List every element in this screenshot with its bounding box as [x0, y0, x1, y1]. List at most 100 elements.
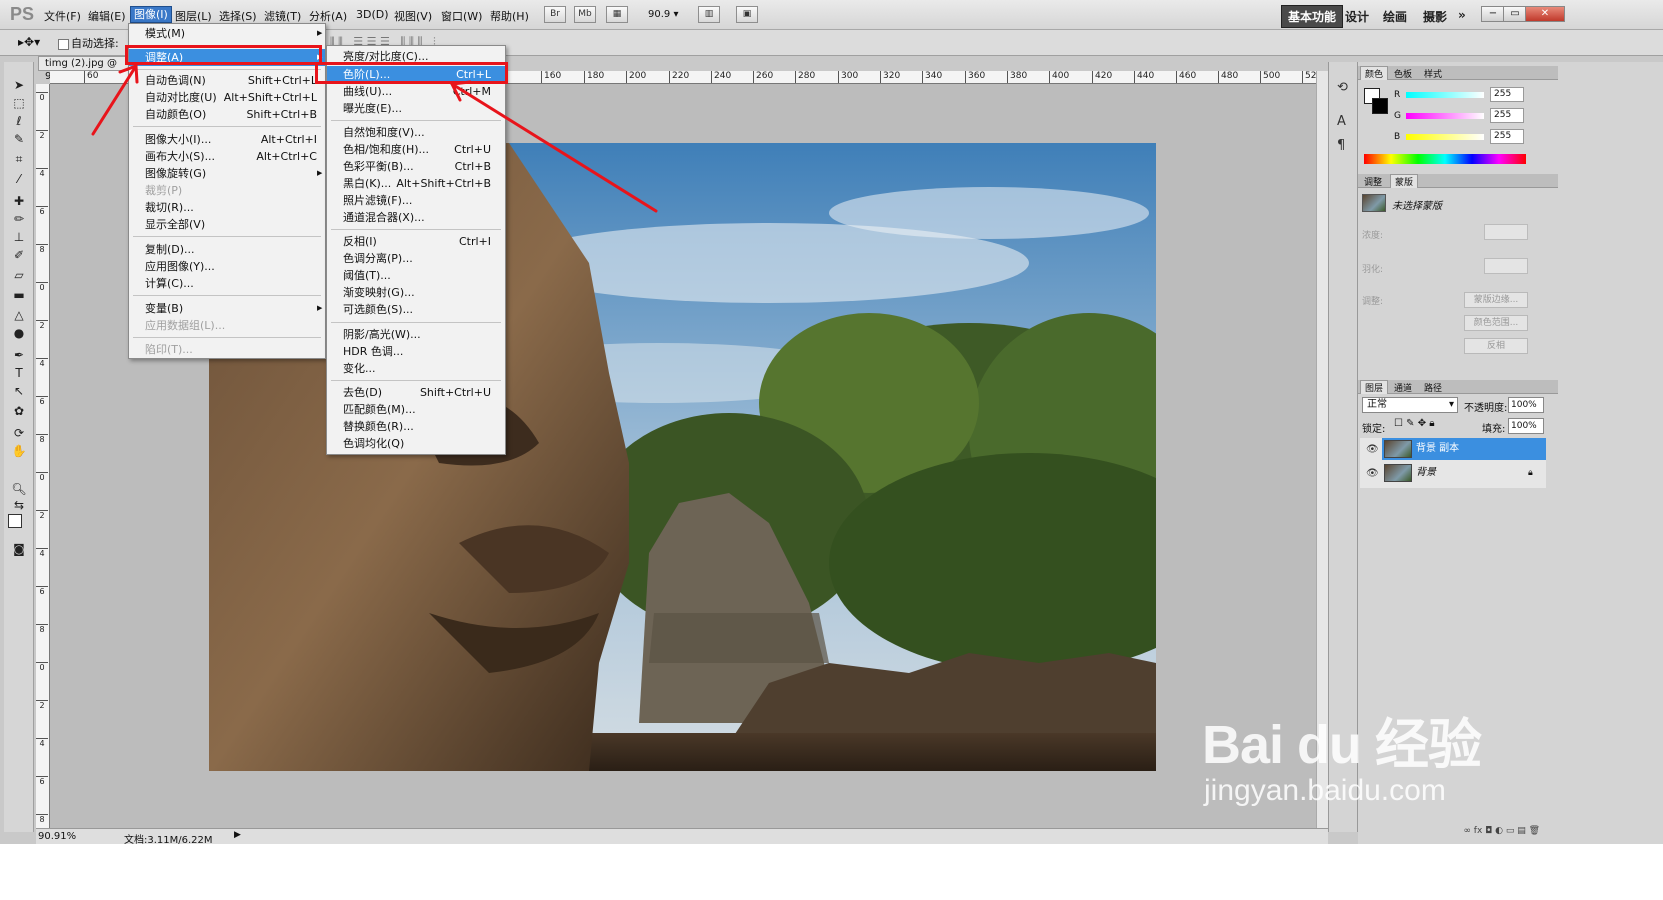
- crop-tool-icon[interactable]: ⌗: [11, 152, 27, 166]
- clone-stamp-tool-icon[interactable]: ⊥: [11, 230, 27, 244]
- tab-masks[interactable]: 蒙版: [1390, 174, 1419, 188]
- move-tool-icon[interactable]: ➤: [11, 78, 27, 92]
- view-extras-icon[interactable]: ▦: [606, 6, 628, 23]
- menu-item-trim[interactable]: 裁切(R)...: [129, 199, 325, 216]
- menu-item-curves[interactable]: 曲线(U)... Ctrl+M: [327, 83, 505, 100]
- menu-image[interactable]: 图像(I): [130, 6, 172, 23]
- menu-select[interactable]: 选择(S): [219, 8, 257, 24]
- menu-item-threshold[interactable]: 阈值(T)...: [327, 267, 505, 284]
- menu-filter[interactable]: 滤镜(T): [264, 8, 301, 24]
- pen-tool-icon[interactable]: ✒: [11, 348, 27, 362]
- menu-item-auto-color[interactable]: 自动颜色(O) Shift+Ctrl+B: [129, 106, 325, 123]
- swap-colors-icon[interactable]: ⇆: [11, 498, 27, 512]
- visibility-eye-icon[interactable]: 👁︎: [1366, 444, 1379, 455]
- hand-tool-icon[interactable]: ✋: [11, 444, 27, 458]
- menu-edit[interactable]: 编辑(E): [88, 8, 126, 24]
- foreground-color-swatch[interactable]: [8, 514, 22, 528]
- tab-color[interactable]: 颜色: [1360, 66, 1389, 80]
- brush-tool-icon[interactable]: ✏: [11, 212, 27, 226]
- menu-item-color-balance[interactable]: 色彩平衡(B)... Ctrl+B: [327, 158, 505, 175]
- menu-item-posterize[interactable]: 色调分离(P)...: [327, 250, 505, 267]
- fill-value[interactable]: 100%: [1508, 418, 1544, 434]
- eyedropper-tool-icon[interactable]: ⁄: [11, 172, 27, 186]
- channel-g-value[interactable]: 255: [1490, 108, 1524, 123]
- channel-r-value[interactable]: 255: [1490, 87, 1524, 102]
- 3d-orbit-tool-icon[interactable]: ⟳: [11, 426, 27, 440]
- mask-edge-button[interactable]: 蒙版边缘...: [1464, 292, 1528, 308]
- tab-channels[interactable]: 通道: [1390, 381, 1416, 394]
- channel-r-slider[interactable]: [1406, 92, 1484, 98]
- menu-item-gradient-map[interactable]: 渐变映射(G)...: [327, 284, 505, 301]
- menu-item-variations[interactable]: 变化...: [327, 360, 505, 377]
- layer-background-copy[interactable]: 背景 副本: [1382, 438, 1546, 460]
- marquee-tool-icon[interactable]: ⬚: [11, 96, 27, 110]
- history-panel-icon[interactable]: ⟲: [1337, 80, 1348, 95]
- workspace-painting[interactable]: 绘画: [1383, 8, 1407, 25]
- feather-input[interactable]: [1484, 258, 1528, 274]
- menu-file[interactable]: 文件(F): [44, 8, 81, 24]
- workspace-more[interactable]: »: [1458, 8, 1466, 22]
- paragraph-panel-icon[interactable]: ¶: [1337, 138, 1345, 153]
- background-swatch[interactable]: [1372, 98, 1388, 114]
- menu-item-reveal-all[interactable]: 显示全部(V): [129, 216, 325, 233]
- arrange-documents-icon[interactable]: ▥: [698, 6, 720, 23]
- 3d-rotate-tool-icon[interactable]: ✿: [11, 404, 27, 418]
- quick-select-tool-icon[interactable]: ✎: [11, 132, 27, 146]
- zoom-select[interactable]: 90.9 ▾: [648, 9, 678, 20]
- lock-icons[interactable]: ☐ ✎ ✥ 🔒︎: [1394, 418, 1435, 429]
- layer-background[interactable]: 背景 🔒︎: [1382, 462, 1546, 484]
- menu-item-canvas-size[interactable]: 画布大小(S)... Alt+Ctrl+C: [129, 148, 325, 165]
- maximize-button[interactable]: ▭: [1503, 6, 1527, 22]
- blur-tool-icon[interactable]: △: [11, 308, 27, 322]
- close-button[interactable]: ✕: [1525, 6, 1565, 22]
- screen-mode-icon[interactable]: ▣: [736, 6, 758, 23]
- menu-item-black-white[interactable]: 黑白(K)... Alt+Shift+Ctrl+B: [327, 175, 505, 192]
- menu-window[interactable]: 窗口(W): [441, 8, 482, 24]
- menu-item-hue-saturation[interactable]: 色相/饱和度(H)... Ctrl+U: [327, 141, 505, 158]
- quick-mask-icon[interactable]: ◙: [11, 542, 27, 556]
- menu-item-mode[interactable]: 模式(M) ▶: [129, 25, 325, 42]
- color-spectrum-bar[interactable]: [1364, 154, 1526, 164]
- color-range-button[interactable]: 颜色范围...: [1464, 315, 1528, 331]
- menu-3d[interactable]: 3D(D): [356, 8, 389, 21]
- zoom-percent[interactable]: 90.91%: [38, 831, 76, 842]
- density-input[interactable]: [1484, 224, 1528, 240]
- menu-item-hdr-toning[interactable]: HDR 色调...: [327, 343, 505, 360]
- menu-analysis[interactable]: 分析(A): [309, 8, 347, 24]
- menu-item-auto-tone[interactable]: 自动色调(N) Shift+Ctrl+L: [129, 72, 325, 89]
- dodge-tool-icon[interactable]: ●: [11, 326, 27, 340]
- visibility-eye-icon[interactable]: 👁︎: [1366, 468, 1379, 479]
- minibridge-icon[interactable]: Mb: [574, 6, 596, 23]
- tab-styles[interactable]: 样式: [1420, 67, 1446, 80]
- eraser-tool-icon[interactable]: ▱: [11, 268, 27, 282]
- menu-item-match-color[interactable]: 匹配颜色(M)...: [327, 401, 505, 418]
- menu-item-exposure[interactable]: 曝光度(E)...: [327, 100, 505, 117]
- menu-item-desaturate[interactable]: 去色(D) Shift+Ctrl+U: [327, 384, 505, 401]
- gradient-tool-icon[interactable]: ▬: [11, 288, 27, 302]
- tab-swatches[interactable]: 色板: [1390, 67, 1416, 80]
- menu-item-vibrance[interactable]: 自然饱和度(V)...: [327, 124, 505, 141]
- zoom-tool-icon[interactable]: 🔍︎: [11, 482, 27, 496]
- channel-b-slider[interactable]: [1406, 134, 1484, 140]
- path-select-tool-icon[interactable]: ↖: [11, 384, 27, 398]
- type-tool-icon[interactable]: T: [11, 366, 27, 380]
- menu-view[interactable]: 视图(V): [394, 8, 432, 24]
- layers-footer-icons[interactable]: ∞ fx ◘ ◐ ▭ ▤ 🗑︎: [1360, 826, 1546, 840]
- character-panel-icon[interactable]: A: [1337, 114, 1346, 129]
- tab-paths[interactable]: 路径: [1420, 381, 1446, 394]
- workspace-photography[interactable]: 摄影: [1423, 8, 1447, 25]
- menu-item-channel-mixer[interactable]: 通道混合器(X)...: [327, 209, 505, 226]
- menu-item-photo-filter[interactable]: 照片滤镜(F)...: [327, 192, 505, 209]
- menu-item-selective-color[interactable]: 可选颜色(S)...: [327, 301, 505, 318]
- menu-item-image-rotation[interactable]: 图像旋转(G) ▶: [129, 165, 325, 182]
- menu-item-shadows-highlights[interactable]: 阴影/高光(W)...: [327, 326, 505, 343]
- channel-g-slider[interactable]: [1406, 113, 1484, 119]
- menu-item-duplicate[interactable]: 复制(D)...: [129, 241, 325, 258]
- menu-item-invert[interactable]: 反相(I) Ctrl+I: [327, 233, 505, 250]
- invert-button[interactable]: 反相: [1464, 338, 1528, 354]
- opacity-value[interactable]: 100%: [1508, 397, 1544, 413]
- move-tool-icon[interactable]: ▸✥▾: [18, 35, 40, 49]
- auto-select-checkbox[interactable]: 自动选择:: [58, 35, 119, 51]
- channel-b-value[interactable]: 255: [1490, 129, 1524, 144]
- workspace-essentials[interactable]: 基本功能: [1281, 5, 1344, 28]
